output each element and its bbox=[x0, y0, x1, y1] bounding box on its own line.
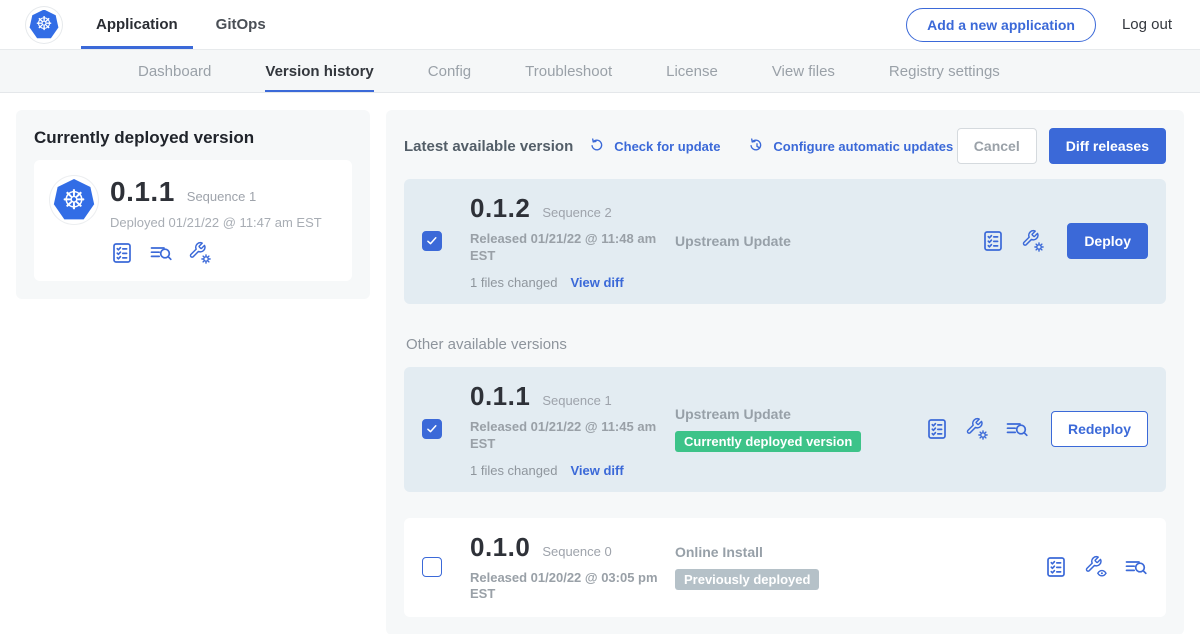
add-application-button[interactable]: Add a new application bbox=[906, 8, 1096, 42]
main-content: Currently deployed version ☸ 0.1.1 Seque… bbox=[0, 93, 1200, 634]
currently-deployed-panel: Currently deployed version ☸ 0.1.1 Seque… bbox=[16, 110, 370, 299]
edit-config-icon[interactable] bbox=[965, 417, 989, 441]
latest-version-title: Latest available version bbox=[404, 138, 573, 155]
updates-header: Latest available version Check for updat… bbox=[404, 128, 1166, 164]
deployed-panel-title: Currently deployed version bbox=[34, 128, 352, 148]
version-checkbox[interactable] bbox=[422, 231, 442, 251]
tab-troubleshoot[interactable]: Troubleshoot bbox=[525, 50, 612, 92]
check-for-update-link[interactable]: Check for update bbox=[589, 137, 720, 155]
deployed-sequence-label: Sequence 1 bbox=[187, 189, 256, 204]
version-source-label: Online Install bbox=[675, 544, 763, 560]
app-logo: ☸ bbox=[26, 7, 62, 43]
edit-config-icon[interactable] bbox=[188, 241, 212, 265]
preflight-checks-icon[interactable] bbox=[925, 417, 949, 441]
deployed-version-card: ☸ 0.1.1 Sequence 1 Deployed 01/21/22 @ 1… bbox=[34, 160, 352, 281]
kubernetes-logo-icon: ☸ bbox=[53, 179, 95, 221]
app-icon: ☸ bbox=[50, 176, 98, 224]
edit-config-icon[interactable] bbox=[1021, 229, 1045, 253]
tab-config[interactable]: Config bbox=[428, 50, 471, 92]
sequence-label: Sequence 1 bbox=[542, 393, 611, 408]
version-number: 0.1.2 bbox=[470, 193, 530, 224]
refresh-icon bbox=[589, 137, 607, 155]
cancel-button[interactable]: Cancel bbox=[957, 128, 1037, 164]
version-source-label: Upstream Update bbox=[675, 233, 791, 249]
other-versions-title: Other available versions bbox=[406, 336, 1166, 353]
top-nav-tabs: Application GitOps bbox=[96, 0, 266, 49]
tab-license[interactable]: License bbox=[666, 50, 718, 92]
logout-link[interactable]: Log out bbox=[1122, 16, 1172, 33]
preflight-checks-icon[interactable] bbox=[1044, 555, 1068, 579]
view-diff-link[interactable]: View diff bbox=[570, 275, 623, 290]
preflight-checks-icon[interactable] bbox=[981, 229, 1005, 253]
released-timestamp: Released 01/20/22 @ 03:05 pm EST bbox=[470, 570, 666, 604]
version-number: 0.1.0 bbox=[470, 532, 530, 563]
tab-application[interactable]: Application bbox=[96, 0, 178, 49]
top-nav: ☸ Application GitOps Add a new applicati… bbox=[0, 0, 1200, 50]
deploy-logs-icon[interactable] bbox=[1005, 417, 1029, 441]
version-history-panel: Latest available version Check for updat… bbox=[386, 110, 1184, 634]
view-diff-link[interactable]: View diff bbox=[570, 463, 623, 478]
version-row-0-1-1: 0.1.1 Sequence 1 Released 01/21/22 @ 11:… bbox=[404, 367, 1166, 492]
version-checkbox[interactable] bbox=[422, 557, 442, 577]
currently-deployed-badge: Currently deployed version bbox=[675, 431, 861, 452]
app-sub-nav: Dashboard Version history Config Trouble… bbox=[0, 50, 1200, 93]
tab-version-history[interactable]: Version history bbox=[265, 50, 373, 92]
deploy-button[interactable]: Deploy bbox=[1067, 223, 1148, 259]
version-number: 0.1.1 bbox=[470, 381, 530, 412]
preflight-checks-icon[interactable] bbox=[110, 241, 134, 265]
version-checkbox[interactable] bbox=[422, 419, 442, 439]
redeploy-button[interactable]: Redeploy bbox=[1051, 411, 1148, 447]
view-config-icon[interactable] bbox=[1084, 555, 1108, 579]
released-timestamp: Released 01/21/22 @ 11:45 am EST bbox=[470, 419, 666, 453]
deployed-version-number: 0.1.1 bbox=[110, 176, 175, 208]
previously-deployed-badge: Previously deployed bbox=[675, 569, 819, 590]
sequence-label: Sequence 2 bbox=[542, 205, 611, 220]
files-changed-label: 1 files changed bbox=[470, 463, 557, 478]
tab-gitops[interactable]: GitOps bbox=[216, 0, 266, 49]
sequence-label: Sequence 0 bbox=[542, 544, 611, 559]
top-nav-right: Add a new application Log out bbox=[906, 8, 1200, 42]
tab-view-files[interactable]: View files bbox=[772, 50, 835, 92]
tab-registry-settings[interactable]: Registry settings bbox=[889, 50, 1000, 92]
diff-releases-button[interactable]: Diff releases bbox=[1049, 128, 1166, 164]
version-row-0-1-0: 0.1.0 Sequence 0 Released 01/20/22 @ 03:… bbox=[404, 518, 1166, 618]
files-changed-label: 1 files changed bbox=[470, 275, 557, 290]
released-timestamp: Released 01/21/22 @ 11:48 am EST bbox=[470, 231, 666, 265]
deployed-timestamp: Deployed 01/21/22 @ 11:47 am EST bbox=[110, 215, 322, 230]
version-row-0-1-2: 0.1.2 Sequence 2 Released 01/21/22 @ 11:… bbox=[404, 179, 1166, 304]
deploy-logs-icon[interactable] bbox=[149, 241, 173, 265]
configure-automatic-updates-link[interactable]: Configure automatic updates bbox=[748, 137, 953, 155]
version-source-label: Upstream Update bbox=[675, 406, 791, 422]
schedule-update-icon bbox=[748, 137, 766, 155]
kubernetes-logo-icon: ☸ bbox=[29, 10, 59, 40]
deploy-logs-icon[interactable] bbox=[1124, 555, 1148, 579]
tab-dashboard[interactable]: Dashboard bbox=[138, 50, 211, 92]
